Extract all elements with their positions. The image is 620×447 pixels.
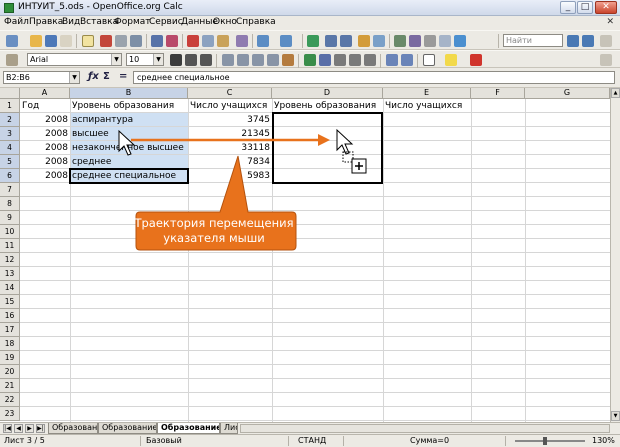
trajectory-arrowhead: [318, 134, 330, 146]
mouse-pointer-start-icon: [118, 129, 136, 156]
callout-text: Траектория перемещения указателя мыши: [134, 216, 294, 245]
annotation-overlay: [118, 128, 367, 251]
mouse-pointer-end-icon: [336, 128, 354, 155]
